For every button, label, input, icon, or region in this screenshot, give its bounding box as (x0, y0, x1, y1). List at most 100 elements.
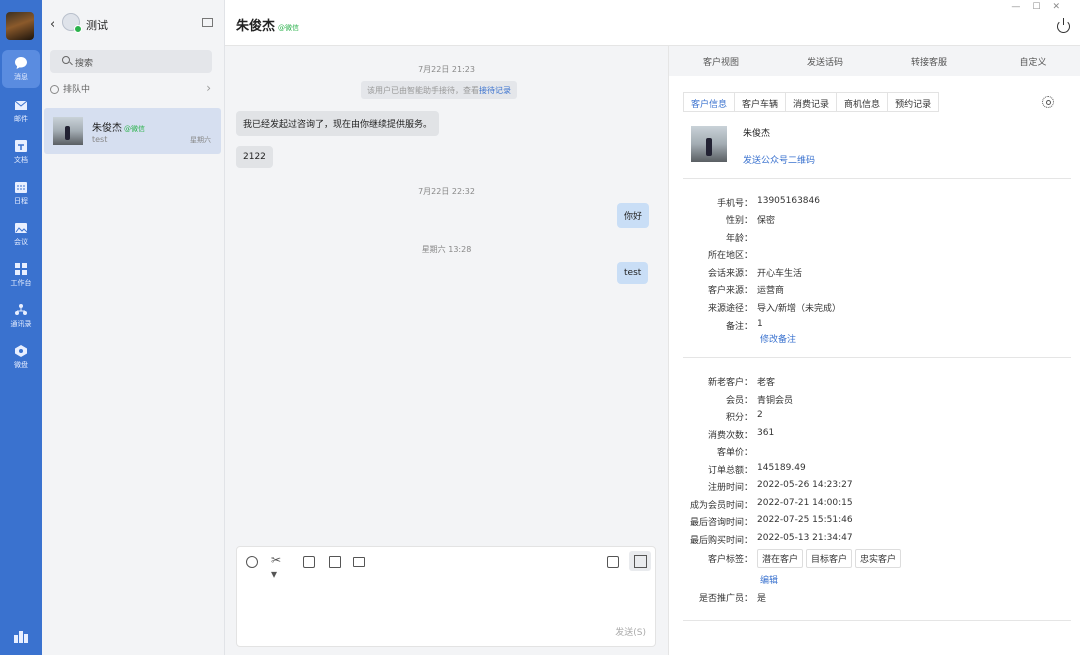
rail-label: 文档 (14, 156, 28, 164)
timestamp: 7月22日 22:32 (418, 187, 475, 196)
customer-tag[interactable]: 目标客户 (806, 549, 853, 568)
rail-item-workbench[interactable]: 工作台 (2, 256, 40, 294)
meeting-icon (15, 223, 28, 233)
rail-label: 微盘 (14, 361, 28, 369)
field-value: 导入/新增（未完成） (757, 304, 842, 314)
tags-row: 客户标签： 潜在客户 目标客户 忠实客户 (669, 549, 1080, 569)
subtab-vehicles[interactable]: 客户车辆 (735, 93, 787, 111)
field-row: 手机号： 13905163846 (669, 196, 1080, 210)
field-row: 客户来源： 运营商 (669, 283, 1080, 297)
divider (683, 357, 1071, 358)
field-label: 所在地区： (707, 251, 753, 261)
tab-customer-view[interactable]: 客户视图 (681, 55, 761, 68)
field-row: 年龄： (669, 231, 1080, 245)
timestamp: 星期六 13:28 (421, 245, 472, 254)
folder-icon[interactable] (353, 557, 365, 567)
rail-item-docs[interactable]: 文档 (2, 133, 40, 171)
field-row: 最后购买时间： 2022-05-13 21:34:47 (669, 533, 1080, 547)
system-notice: 该用户已由智能助手接待，查看接待记录 (361, 81, 517, 99)
field-row: 客单价： (669, 445, 1080, 459)
field-label: 注册时间： (707, 483, 753, 493)
settings-gear-icon[interactable] (1042, 96, 1054, 108)
field-value: 2 (757, 410, 763, 420)
tab-send-script[interactable]: 发送话码 (785, 55, 865, 68)
field-value: 开心车生活 (757, 269, 803, 279)
session-header: ‹ 测试 (42, 0, 225, 46)
queue-section[interactable]: 排队中 › (50, 81, 215, 98)
search-input[interactable]: 搜索 (50, 50, 212, 73)
history-icon[interactable] (607, 556, 619, 568)
field-row: 注册时间： 2022-05-26 14:23:27 (669, 480, 1080, 494)
system-notice-text: 该用户已由智能助手接待，查看 (367, 86, 479, 95)
field-row: 备注： 1 (669, 319, 1080, 333)
field-label: 会员： (725, 396, 753, 406)
rail-item-mail[interactable]: 邮件 (2, 92, 40, 130)
document-icon (15, 140, 27, 152)
back-icon[interactable]: ‹ (50, 17, 55, 32)
online-status-icon (74, 25, 82, 33)
field-row: 最后咨询时间： 2022-07-25 15:51:46 (669, 515, 1080, 529)
edit-tags-link[interactable]: 编辑 (760, 573, 778, 586)
window-controls[interactable]: —☐✕ (1011, 2, 1072, 12)
subtab-appointments[interactable]: 预约记录 (888, 93, 938, 111)
image-icon[interactable] (303, 556, 315, 568)
conversation-name-line: 朱俊杰 @微信 (92, 119, 145, 134)
more-apps-icon[interactable] (13, 629, 29, 643)
field-value: 老客 (757, 378, 776, 388)
field-label: 来源途径： (707, 304, 753, 314)
contact-name: 朱俊杰 (236, 19, 276, 34)
conversation-item[interactable]: 朱俊杰 @微信 test 星期六 (44, 108, 221, 154)
user-avatar[interactable] (6, 12, 34, 40)
mail-icon (14, 100, 28, 110)
emoji-icon[interactable] (246, 556, 258, 568)
tab-custom[interactable]: 自定义 (993, 55, 1073, 68)
field-label: 会话来源： (707, 269, 753, 279)
field-value: 145189.49 (757, 463, 806, 473)
rail-label: 日程 (14, 197, 28, 205)
reception-record-link[interactable]: 接待记录 (479, 86, 511, 95)
rail-item-messages[interactable]: 消息 (2, 50, 40, 88)
bot-avatar (62, 13, 82, 33)
session-title: 测试 (86, 19, 108, 32)
file-icon[interactable] (329, 556, 341, 568)
subtab-customer-info[interactable]: 客户信息 (684, 93, 736, 111)
field-value: 2022-05-13 21:34:47 (757, 533, 853, 543)
rail-item-drive[interactable]: 微盘 (2, 338, 40, 376)
send-button[interactable]: 发送(S) (615, 625, 646, 638)
subtab-consumption[interactable]: 消费记录 (786, 93, 838, 111)
customer-tag[interactable]: 忠实客户 (855, 549, 902, 568)
field-label: 积分： (725, 413, 753, 423)
customer-tag[interactable]: 潜在客户 (757, 549, 804, 568)
side-panel-icon[interactable] (629, 551, 651, 571)
field-label: 新老客户： (707, 378, 753, 388)
rail-label: 工作台 (10, 279, 32, 287)
tab-transfer[interactable]: 转接客服 (889, 55, 969, 68)
field-label: 成为会员时间： (689, 501, 753, 511)
search-placeholder: 搜索 (75, 59, 94, 69)
edit-note-link[interactable]: 修改备注 (760, 332, 796, 345)
contact-avatar (53, 117, 83, 145)
rail-item-contacts[interactable]: 通讯录 (2, 297, 40, 335)
customer-avatar (691, 126, 727, 162)
rail-item-calendar[interactable]: 日程 (2, 174, 40, 212)
field-row: 新老客户： 老客 (669, 375, 1080, 389)
chat-header: 朱俊杰 @微信 —☐✕ (225, 0, 1080, 655)
field-value: 保密 (757, 216, 776, 226)
field-value: 是 (757, 594, 767, 604)
send-qr-link[interactable]: 发送公众号二维码 (743, 153, 815, 166)
subtab-opportunities[interactable]: 商机信息 (837, 93, 889, 111)
scissors-icon[interactable]: ✂▾ (271, 553, 283, 581)
power-icon[interactable] (1057, 18, 1070, 33)
queue-label: 排队中 (63, 85, 91, 95)
field-label: 性别： (725, 216, 753, 226)
conversation-time: 星期六 (190, 136, 211, 144)
rail-label: 通讯录 (10, 320, 32, 328)
rail-label: 会议 (14, 238, 28, 246)
rail-item-meeting[interactable]: 会议 (2, 215, 40, 253)
new-window-icon[interactable] (202, 18, 213, 27)
timestamp: 7月22日 21:23 (418, 65, 475, 74)
rail-label: 邮件 (14, 115, 28, 123)
customer-name: 朱俊杰 (743, 129, 771, 139)
field-value: 2022-05-26 14:23:27 (757, 480, 853, 490)
message-composer[interactable]: ✂▾ 发送(S) (236, 546, 656, 647)
